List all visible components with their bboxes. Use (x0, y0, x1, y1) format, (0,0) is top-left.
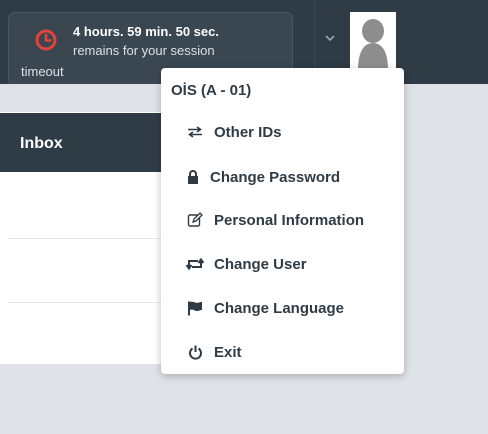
menu-item-change-language[interactable]: Change Language (161, 288, 404, 328)
flag-icon (186, 300, 204, 316)
retweet-icon (186, 256, 204, 272)
swap-arrows-icon (186, 124, 204, 140)
menu-item-other-ids[interactable]: Other IDs (161, 112, 404, 152)
session-remaining-time: 4 hours. 59 min. 50 sec. (73, 24, 219, 39)
menu-item-label: Other IDs (214, 123, 282, 141)
clock-icon (35, 29, 57, 51)
menu-item-label: Change User (214, 255, 307, 273)
menu-item-label: Exit (214, 343, 242, 361)
menu-header-ois[interactable]: OİS (A - 01) (161, 70, 404, 110)
avatar[interactable] (350, 12, 396, 70)
user-dropdown-menu: OİS (A - 01) Other IDs Change Password P… (161, 68, 404, 374)
menu-item-label: Personal Information (214, 211, 365, 229)
chevron-down-icon[interactable] (325, 34, 335, 42)
lock-icon (184, 169, 202, 185)
menu-item-label: Change Language (214, 299, 345, 317)
menu-item-personal-information[interactable]: Personal Information (161, 200, 404, 240)
power-icon (186, 344, 204, 360)
session-remaining-text: remains for your session (73, 43, 215, 58)
menu-item-change-user[interactable]: Change User (161, 244, 404, 284)
inbox-title: Inbox (20, 135, 63, 152)
menu-item-change-password[interactable]: Change Password (161, 157, 404, 197)
menu-item-exit[interactable]: Exit (161, 332, 404, 372)
edit-icon (186, 212, 204, 228)
session-timeout-text: timeout (21, 64, 64, 79)
menu-item-label: Change Password (210, 168, 341, 186)
user-silhouette-icon (358, 19, 388, 70)
menu-header-label: OİS (A - 01) (171, 81, 252, 99)
